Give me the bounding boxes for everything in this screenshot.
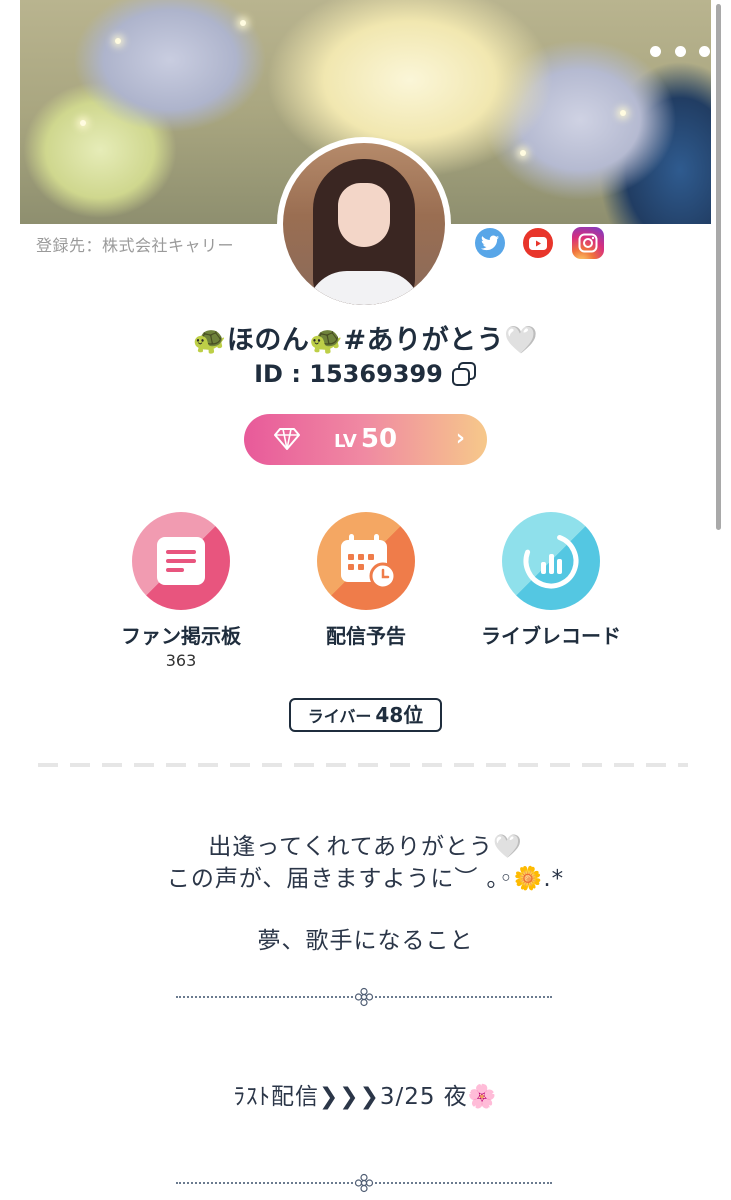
chevron-right-icon: ›	[455, 426, 465, 451]
record-icon	[502, 512, 600, 610]
frame-left	[0, 0, 20, 1200]
dot-icon	[699, 45, 710, 57]
profile-name: 🐢ほのん🐢#ありがとう🤍	[192, 325, 539, 356]
profile-id-row: ID : 15369399	[0, 360, 731, 388]
calendar-icon	[317, 512, 415, 610]
twitter-icon[interactable]	[475, 228, 505, 258]
live-record-button[interactable]: ライブレコード	[456, 512, 646, 649]
avatar[interactable]	[277, 137, 451, 311]
dot-icon	[650, 45, 661, 57]
frame-right	[711, 0, 731, 1200]
youtube-icon[interactable]	[523, 228, 553, 258]
rank-badge[interactable]: ライバー 48位	[289, 698, 442, 732]
rank-value: 48位	[375, 703, 424, 727]
agency-label: 登録先：株式会社キャリー	[36, 236, 235, 255]
scrollbar[interactable]	[716, 4, 721, 530]
level-text: LV 50	[333, 424, 398, 454]
rank-label: ライバー	[307, 707, 372, 726]
more-options-button[interactable]	[650, 38, 710, 64]
bio-line: この声が、届きますように︶ ｡◦🌼.*	[166, 866, 565, 892]
schedule-label: 配信予告	[326, 624, 406, 648]
flower-icon	[354, 987, 374, 1007]
fan-board-button[interactable]: ファン掲示板 363	[86, 512, 276, 670]
bio-line: ﾗｽﾄ配信❯❯❯3/25 夜🌸	[233, 1084, 498, 1110]
fan-board-label: ファン掲示板	[121, 624, 241, 648]
copy-icon[interactable]	[451, 361, 477, 387]
live-record-label: ライブレコード	[481, 624, 621, 648]
bio-line: 夢、歌手になること	[257, 928, 474, 954]
ornament-divider	[176, 987, 552, 1007]
level-button[interactable]: LV 50 ›	[244, 414, 487, 465]
ornament-divider	[176, 1173, 552, 1193]
fan-board-count: 363	[165, 651, 197, 670]
bio-line: 出逢ってくれてありがとう🤍	[208, 834, 523, 860]
board-icon	[132, 512, 230, 610]
schedule-button[interactable]: 配信予告	[271, 512, 461, 649]
section-divider	[38, 763, 688, 767]
dot-icon	[674, 45, 686, 57]
instagram-icon[interactable]	[572, 227, 604, 259]
profile-id: ID : 15369399	[254, 360, 443, 388]
flower-icon	[354, 1173, 374, 1193]
